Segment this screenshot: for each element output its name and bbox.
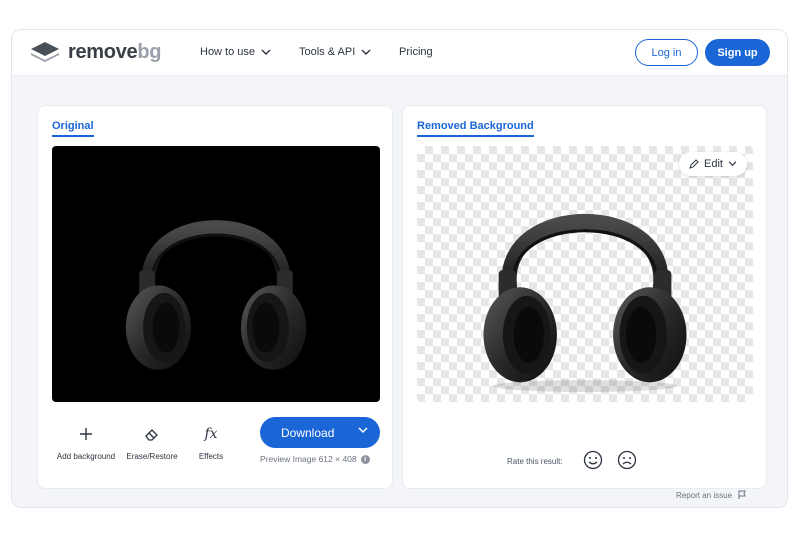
headphones-image	[417, 146, 753, 392]
download-label: Download	[281, 426, 335, 440]
tool-label: Erase/Restore	[126, 452, 178, 461]
rate-result-label: Rate this result:	[507, 457, 563, 466]
chevron-down-icon[interactable]	[358, 427, 368, 434]
edit-button[interactable]: Edit	[679, 152, 747, 176]
info-icon[interactable]: i	[360, 454, 370, 464]
brand-logo[interactable]: removebg	[30, 40, 162, 64]
erase-restore-tool[interactable]: Erase/Restore	[126, 424, 178, 461]
preview-note-text: Preview Image 612 × 408	[260, 454, 357, 464]
report-issue-link[interactable]: Report an issue	[676, 490, 747, 500]
nav-label: How to use	[200, 46, 256, 58]
flag-icon	[738, 490, 746, 499]
original-panel: Original Add background Erase/Restore fx	[37, 105, 393, 489]
chevron-down-icon	[261, 49, 271, 55]
tool-label: Effects	[198, 452, 224, 461]
nav-label: Pricing	[399, 46, 433, 58]
plus-icon	[80, 428, 92, 440]
brand-name: removebg	[68, 40, 162, 63]
top-navigation-bar: removebg How to use Tools & API Pricing …	[12, 30, 787, 76]
download-button[interactable]: Download	[260, 417, 380, 448]
pencil-icon	[689, 159, 699, 169]
nav-label: Tools & API	[299, 46, 356, 58]
tab-removed-background[interactable]: Removed Background	[417, 120, 534, 137]
stacked-layers-icon	[31, 42, 59, 62]
effects-tool[interactable]: fx Effects	[190, 424, 232, 461]
nav-how-to-use[interactable]: How to use	[200, 46, 271, 58]
eraser-icon	[145, 429, 158, 441]
chevron-down-icon	[361, 49, 371, 55]
sad-face-icon[interactable]	[617, 450, 637, 470]
original-image	[52, 146, 380, 402]
fx-icon: fx	[204, 426, 218, 442]
nav-pricing[interactable]: Pricing	[399, 46, 433, 58]
removed-background-panel: Removed Background Edit Rate this result…	[402, 105, 767, 500]
smile-face-icon[interactable]	[583, 450, 603, 470]
edit-label: Edit	[704, 158, 723, 170]
nav-tools-api[interactable]: Tools & API	[299, 46, 371, 58]
tab-original[interactable]: Original	[52, 120, 94, 137]
app-frame: removebg How to use Tools & API Pricing …	[11, 29, 788, 508]
tool-label: Add background	[56, 452, 116, 461]
chevron-down-icon	[728, 161, 737, 167]
removed-background-image: Edit	[417, 146, 753, 402]
preview-size-note: Preview Image 612 × 408 i	[260, 454, 386, 464]
login-button[interactable]: Log in	[635, 39, 698, 66]
headphones-image	[52, 146, 380, 402]
signup-button[interactable]: Sign up	[705, 39, 770, 66]
add-background-tool[interactable]: Add background	[56, 424, 116, 461]
report-label: Report an issue	[676, 490, 733, 500]
